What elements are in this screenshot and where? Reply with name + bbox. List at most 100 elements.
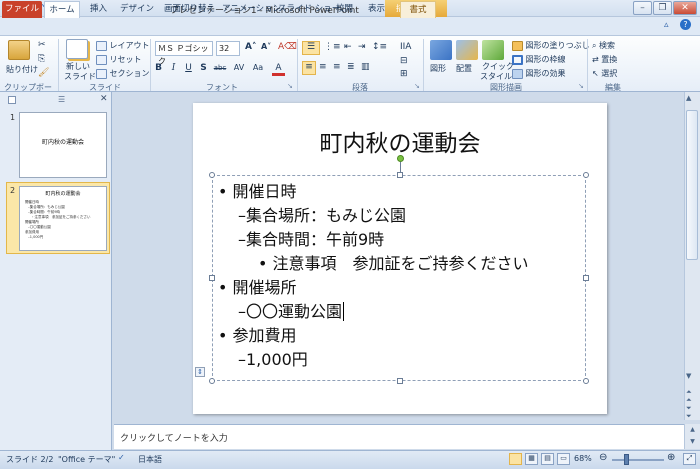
- font-size-select[interactable]: 32: [216, 41, 240, 56]
- notes-scrollbar[interactable]: ▲ ▼: [684, 424, 700, 449]
- resize-handle-se[interactable]: [583, 378, 589, 384]
- numbering-icon[interactable]: ⋮≡: [324, 42, 341, 52]
- strikethrough-button[interactable]: abc: [211, 61, 229, 75]
- slide-thumbnail-1[interactable]: 町内秋の運動会: [19, 112, 107, 178]
- tab-format[interactable]: 書式: [400, 1, 436, 18]
- zoom-slider[interactable]: [612, 459, 664, 461]
- columns-icon[interactable]: ▥: [361, 62, 370, 72]
- italic-button[interactable]: I: [167, 61, 180, 75]
- increase-indent-icon[interactable]: ⇥: [358, 42, 366, 52]
- text-direction-icon[interactable]: IIA: [400, 42, 411, 52]
- next-slide-icon[interactable]: ⏷ ⏷: [686, 404, 692, 420]
- resize-handle-nw[interactable]: [209, 172, 215, 178]
- shape-effects-button[interactable]: 図形の効果: [512, 68, 566, 79]
- fit-to-window-icon[interactable]: ⤢: [683, 453, 696, 465]
- restore-icon[interactable]: ❐: [653, 1, 672, 15]
- line-spacing-icon[interactable]: ↕≡: [372, 42, 387, 52]
- new-slide-icon: [66, 39, 88, 59]
- align-right-icon[interactable]: ≡: [333, 62, 341, 72]
- zoom-level[interactable]: 68%: [574, 454, 592, 463]
- section-button[interactable]: セクション: [96, 68, 150, 79]
- tab-design[interactable]: デザイン: [114, 1, 160, 18]
- bullet-marker: •: [258, 254, 268, 273]
- underline-button[interactable]: U: [182, 61, 195, 75]
- spellcheck-icon[interactable]: ✓: [118, 453, 125, 462]
- tab-view[interactable]: 表示: [362, 1, 391, 18]
- help-icon[interactable]: ?: [680, 19, 691, 30]
- cut-icon[interactable]: ✂: [38, 40, 46, 50]
- font-name-select[interactable]: ＭＳ Ｐゴシック: [155, 41, 213, 66]
- tab-home[interactable]: ホーム: [44, 1, 80, 18]
- copy-icon[interactable]: ⎘: [38, 54, 45, 64]
- zoom-in-icon[interactable]: ⊕: [667, 452, 675, 463]
- reading-view-icon[interactable]: ▤: [541, 453, 554, 465]
- minimize-icon[interactable]: –: [633, 1, 652, 15]
- justify-icon[interactable]: ≣: [347, 62, 355, 72]
- find-button[interactable]: ⌕ 検索: [592, 40, 615, 51]
- minimize-ribbon-icon[interactable]: ▵: [664, 20, 669, 30]
- resize-handle-sw[interactable]: [209, 378, 215, 384]
- layout-button[interactable]: レイアウト: [96, 40, 150, 51]
- format-painter-icon[interactable]: 🖌: [38, 68, 49, 78]
- quick-styles-button[interactable]: [482, 40, 504, 60]
- scroll-up-icon[interactable]: ▲: [686, 94, 691, 102]
- reset-button[interactable]: リセット: [96, 54, 142, 65]
- outline-tab-icon[interactable]: ☰: [58, 95, 65, 104]
- resize-handle-n[interactable]: [397, 172, 403, 178]
- align-text-icon[interactable]: ⊟: [400, 56, 408, 66]
- tab-transitions[interactable]: 画面切り替え: [158, 1, 221, 18]
- autofit-options-icon[interactable]: ⇕: [195, 367, 205, 377]
- tab-insert[interactable]: 挿入: [84, 1, 113, 18]
- group-divider: [150, 39, 151, 91]
- section-label: セクション: [109, 69, 150, 78]
- font-dialog-launcher-icon[interactable]: ↘: [287, 82, 293, 90]
- slide-sorter-icon[interactable]: ▦: [525, 453, 538, 465]
- bold-button[interactable]: B: [152, 61, 165, 75]
- shapes-button[interactable]: [430, 40, 452, 60]
- drawing-dialog-launcher-icon[interactable]: ↘: [578, 82, 584, 90]
- tab-file[interactable]: ファイル: [2, 1, 42, 18]
- new-slide-button[interactable]: [66, 39, 88, 59]
- close-pane-icon[interactable]: ✕: [100, 94, 108, 104]
- zoom-out-icon[interactable]: ⊖: [599, 452, 607, 463]
- bullet-text: 開催場所: [232, 278, 297, 297]
- shadow-button[interactable]: S: [197, 61, 210, 75]
- prev-slide-icon[interactable]: ⏶ ⏶: [686, 388, 692, 404]
- align-left-button[interactable]: ≡: [302, 61, 316, 75]
- rotation-handle[interactable]: [397, 155, 404, 162]
- grow-font-icon[interactable]: A˄: [245, 42, 256, 52]
- close-icon[interactable]: ✕: [673, 1, 697, 15]
- language-indicator[interactable]: 日本語: [138, 454, 162, 465]
- tab-review[interactable]: 校閲: [330, 1, 359, 18]
- smartart-icon[interactable]: ⊞: [400, 69, 408, 79]
- theme-name[interactable]: "Office テーマ": [58, 454, 115, 465]
- slideshow-view-icon[interactable]: ▭: [557, 453, 570, 465]
- shape-outline-button[interactable]: 図形の枠線: [512, 54, 566, 65]
- resize-handle-w[interactable]: [209, 275, 215, 281]
- select-button[interactable]: ↖ 選択: [592, 68, 617, 79]
- scrollbar-thumb[interactable]: [686, 110, 698, 260]
- slide-title[interactable]: 町内秋の運動会: [193, 124, 607, 158]
- resize-handle-ne[interactable]: [583, 172, 589, 178]
- scroll-down-icon[interactable]: ▼: [686, 372, 691, 380]
- resize-handle-s[interactable]: [397, 378, 403, 384]
- replace-button[interactable]: ⇄ 置換: [592, 54, 617, 65]
- clear-format-icon[interactable]: A⌫: [278, 42, 297, 52]
- shrink-font-icon[interactable]: A˅: [261, 42, 271, 51]
- slides-tab-icon[interactable]: [8, 96, 16, 104]
- align-center-icon[interactable]: ≡: [319, 62, 327, 72]
- resize-handle-e[interactable]: [583, 275, 589, 281]
- zoom-slider-thumb[interactable]: [624, 454, 629, 465]
- shape-fill-button[interactable]: 図形の塗りつぶし: [512, 40, 590, 51]
- normal-view-icon[interactable]: [509, 453, 522, 465]
- arrange-button[interactable]: [456, 40, 478, 60]
- change-case-button[interactable]: Aa: [250, 61, 266, 75]
- notes-placeholder[interactable]: クリックしてノートを入力: [120, 431, 228, 444]
- paragraph-dialog-launcher-icon[interactable]: ↘: [414, 82, 420, 90]
- char-spacing-button[interactable]: AV: [230, 61, 248, 75]
- slide-thumbnail-2[interactable]: 町内秋の運動会 開催日時 –集合場所：もみじ公園 –集合時間：午前9時 ・注意事…: [19, 186, 107, 251]
- font-color-button[interactable]: A: [272, 61, 285, 76]
- decrease-indent-icon[interactable]: ⇤: [344, 42, 352, 52]
- paste-button[interactable]: [6, 40, 32, 64]
- bullets-button[interactable]: ☰: [302, 41, 320, 55]
